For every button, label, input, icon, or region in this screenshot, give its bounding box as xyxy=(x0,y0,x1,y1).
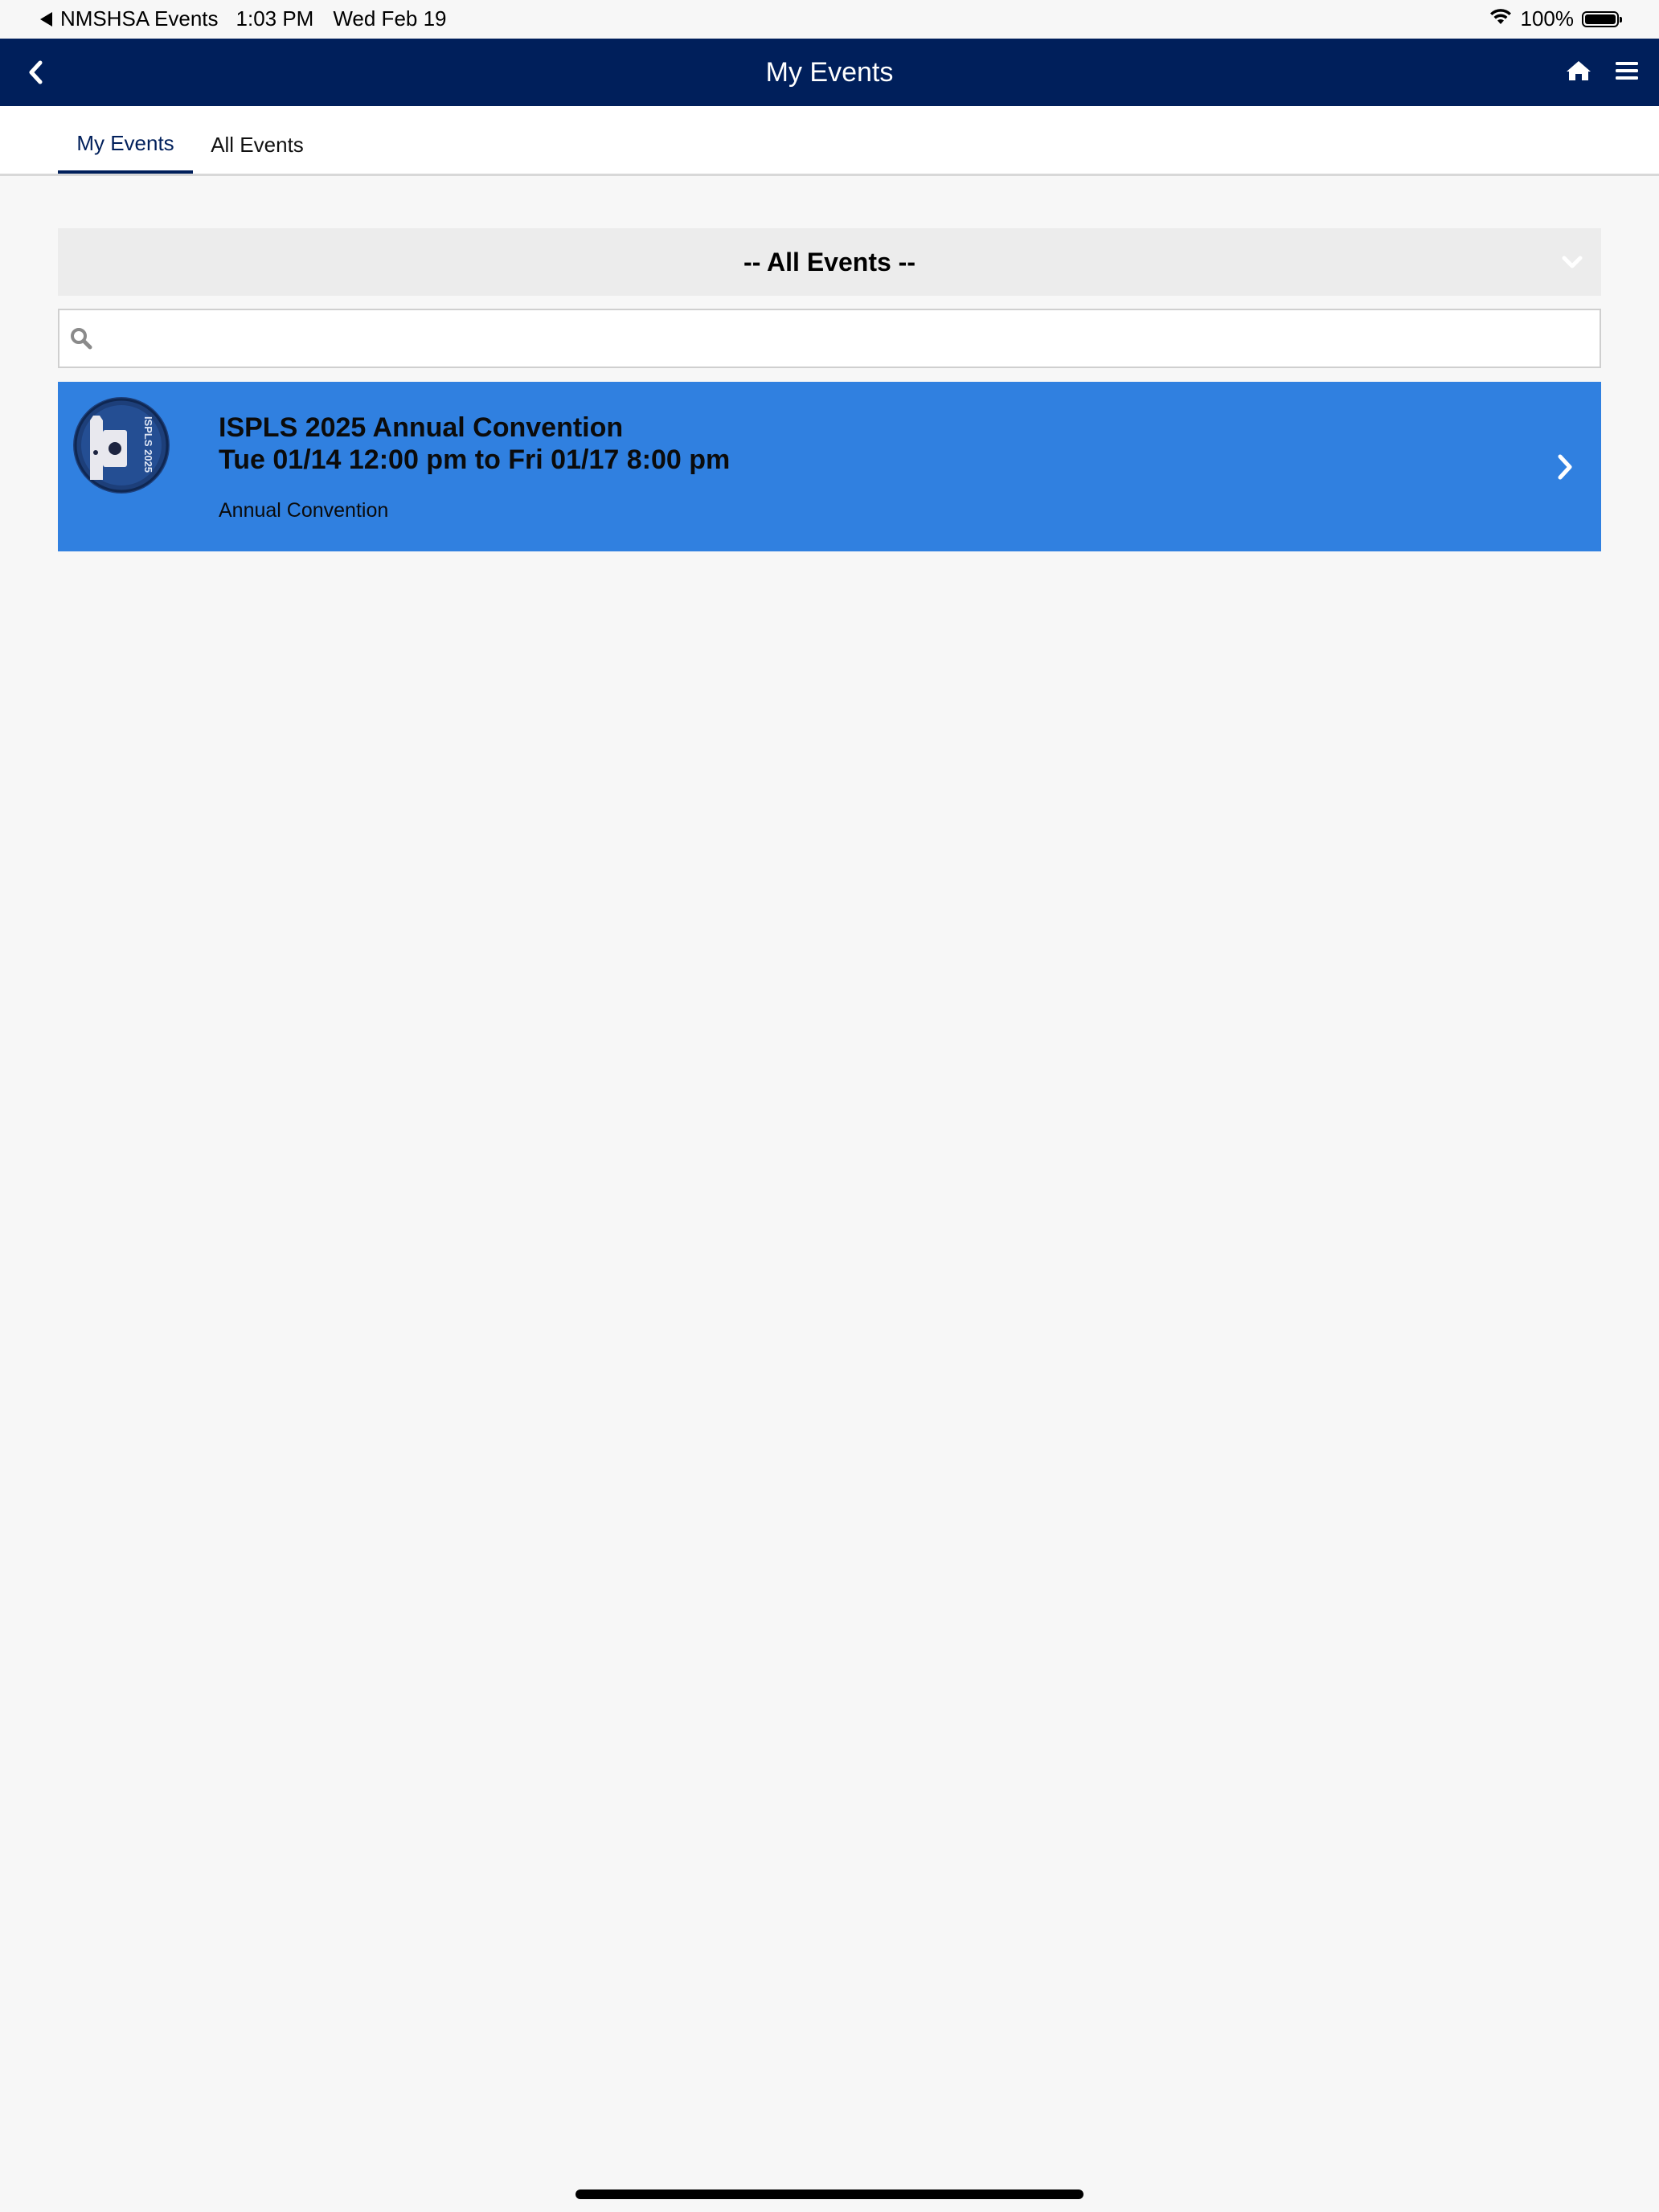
menu-button[interactable] xyxy=(1611,55,1643,87)
search-box xyxy=(58,309,1601,368)
back-to-app-icon[interactable] xyxy=(40,11,52,27)
wifi-icon xyxy=(1489,6,1513,31)
event-type: Annual Convention xyxy=(219,499,389,522)
status-right: 100% xyxy=(1489,6,1622,31)
tab-all-events[interactable]: All Events xyxy=(203,106,312,174)
back-to-app-label[interactable]: NMSHSA Events xyxy=(60,6,219,31)
event-list-item[interactable]: ISPLS 2025 ISPLS 2025 Annual Convention … xyxy=(58,382,1601,551)
tab-my-events[interactable]: My Events xyxy=(58,106,193,174)
back-button[interactable] xyxy=(18,55,53,90)
navbar: My Events xyxy=(0,39,1659,106)
event-title: ISPLS 2025 Annual Convention xyxy=(219,412,624,443)
home-button[interactable] xyxy=(1563,55,1595,87)
chevron-left-icon xyxy=(29,60,43,84)
search-input[interactable] xyxy=(104,310,1595,368)
battery-icon xyxy=(1582,10,1622,27)
chevron-down-icon xyxy=(1562,256,1583,268)
status-time: 1:03 PM xyxy=(236,6,314,31)
hamburger-menu-icon xyxy=(1616,62,1638,80)
battery-percentage: 100% xyxy=(1520,6,1575,31)
status-date: Wed Feb 19 xyxy=(333,6,447,31)
event-filter-dropdown[interactable]: -- All Events -- xyxy=(58,228,1601,296)
status-bar: NMSHSA Events 1:03 PM Wed Feb 19 100% xyxy=(0,0,1659,39)
status-left: NMSHSA Events 1:03 PM Wed Feb 19 xyxy=(40,6,447,31)
event-filter-selected: -- All Events -- xyxy=(743,248,916,276)
page-title: My Events xyxy=(765,57,894,88)
svg-text:ISPLS 2025: ISPLS 2025 xyxy=(142,416,154,473)
home-icon xyxy=(1567,61,1591,80)
search-icon xyxy=(71,328,92,350)
chevron-right-icon xyxy=(1558,454,1572,480)
home-indicator[interactable] xyxy=(576,2189,1083,2199)
tab-bar: My Events All Events xyxy=(0,106,1659,176)
event-dates: Tue 01/14 12:00 pm to Fri 01/17 8:00 pm xyxy=(219,444,731,475)
event-logo: ISPLS 2025 xyxy=(73,397,170,494)
